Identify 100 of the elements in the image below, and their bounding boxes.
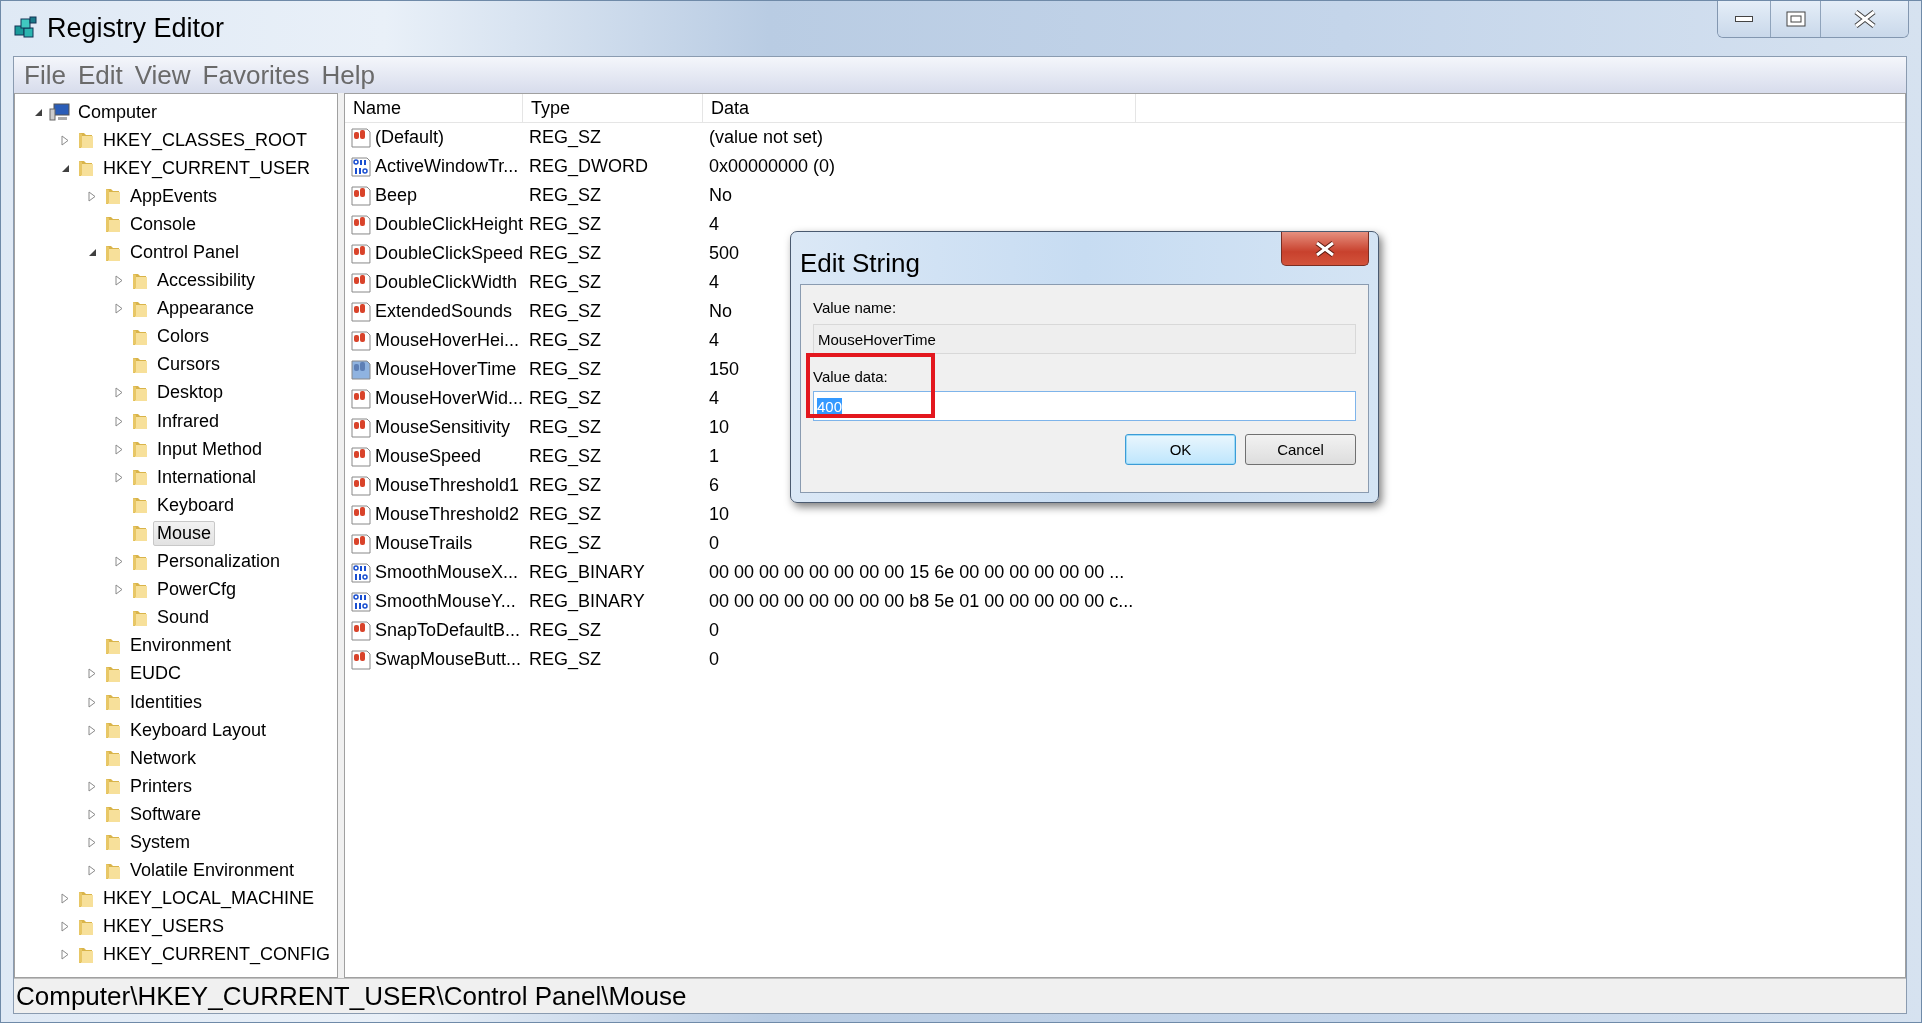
value-name[interactable]: ActiveWindowTr...: [345, 156, 523, 177]
value-name[interactable]: SwapMouseButt...: [345, 649, 523, 670]
table-cell-text: REG_SZ: [528, 214, 603, 235]
expand-arrow-icon[interactable]: [88, 668, 96, 680]
folder-icon: [130, 383, 150, 403]
folder-icon: [103, 832, 123, 853]
tree-item[interactable]: Computer: [74, 99, 162, 125]
table-cell: No: [709, 301, 732, 322]
expand-arrow-icon[interactable]: [115, 415, 123, 427]
string-value-icon: [351, 214, 371, 235]
menu-item[interactable]: Favorites: [198, 59, 314, 91]
tree-item[interactable]: HKEY_USERS: [99, 914, 229, 940]
expand-arrow-icon[interactable]: [61, 893, 69, 905]
value-name[interactable]: DoubleClickWidth: [345, 272, 523, 293]
dialog-close-button[interactable]: [1281, 232, 1369, 266]
tree-item[interactable]: Console: [126, 211, 201, 237]
tree-item[interactable]: Cursors: [153, 352, 224, 378]
folder-icon: [130, 467, 150, 488]
expand-arrow-icon[interactable]: [115, 303, 123, 315]
tree-item[interactable]: Software: [126, 801, 206, 827]
tree-item[interactable]: Keyboard: [153, 492, 239, 518]
tree-item[interactable]: AppEvents: [126, 183, 222, 209]
expand-arrow-icon[interactable]: [88, 808, 96, 820]
value-name[interactable]: DoubleClickHeight: [345, 214, 523, 235]
dialog-button[interactable]: OK: [1125, 434, 1236, 465]
tree-item[interactable]: Keyboard Layout: [126, 717, 271, 743]
tree-item[interactable]: Desktop: [153, 380, 228, 406]
expand-arrow-icon[interactable]: [61, 134, 69, 146]
value-name[interactable]: SmoothMouseX...: [345, 562, 523, 583]
value-name[interactable]: MouseSensitivity: [345, 417, 523, 438]
status-path: Computer\HKEY_CURRENT_USER\Control Panel\Mouse: [16, 980, 687, 1012]
value-name[interactable]: DoubleClickSpeed: [345, 243, 523, 264]
value-name[interactable]: MouseThreshold2: [345, 504, 523, 525]
expand-arrow-icon[interactable]: [88, 865, 96, 877]
string-value-icon: [351, 272, 371, 293]
value-name[interactable]: MouseSpeed: [345, 446, 523, 467]
expand-arrow-icon[interactable]: [115, 584, 123, 596]
tree-item[interactable]: Identities: [126, 689, 207, 715]
collapse-arrow-icon[interactable]: [87, 248, 97, 257]
expand-arrow-icon[interactable]: [88, 780, 96, 792]
table-cell: 150: [709, 359, 740, 380]
tree-item[interactable]: Sound: [153, 605, 214, 631]
tree-item[interactable]: HKEY_CURRENT_CONFIG: [99, 942, 335, 968]
tree-item[interactable]: HKEY_CLASSES_ROOT: [99, 127, 312, 153]
close-button[interactable]: [1820, 1, 1908, 37]
expand-arrow-icon[interactable]: [88, 724, 96, 736]
tree-item[interactable]: Appearance: [153, 296, 259, 322]
tree-item[interactable]: System: [126, 830, 194, 855]
tree-item[interactable]: Input Method: [153, 436, 267, 462]
tree-item[interactable]: PowerCfg: [153, 577, 241, 603]
table-cell-text: REG_SZ: [528, 620, 603, 641]
tree-item[interactable]: Control Panel: [126, 240, 244, 265]
tree-item[interactable]: Environment: [126, 633, 236, 659]
tree-item[interactable]: Printers: [126, 773, 196, 799]
menu-item[interactable]: File: [20, 59, 70, 91]
value-name[interactable]: SnapToDefaultB...: [345, 620, 523, 641]
tree-item[interactable]: HKEY_CURRENT_USER: [99, 155, 315, 181]
binary-value-icon: [351, 591, 371, 612]
collapse-arrow-icon[interactable]: [33, 107, 43, 117]
tree-item[interactable]: HKEY_LOCAL_MACHINE: [99, 886, 319, 912]
table-cell-text: REG_SZ: [528, 127, 603, 148]
tree-item[interactable]: Colors: [153, 324, 213, 350]
expand-arrow-icon[interactable]: [88, 837, 96, 848]
value-name[interactable]: MouseTrails: [345, 533, 523, 554]
value-name[interactable]: ExtendedSounds: [345, 301, 523, 322]
value-name[interactable]: (Default): [345, 127, 523, 148]
expand-arrow-icon[interactable]: [88, 696, 96, 708]
menu-item[interactable]: Help: [317, 59, 379, 91]
value-name[interactable]: SmoothMouseY...: [345, 591, 523, 612]
collapse-arrow-icon[interactable]: [60, 163, 70, 173]
expand-arrow-icon[interactable]: [61, 921, 69, 933]
value-name[interactable]: MouseThreshold1: [345, 475, 523, 496]
expand-arrow-icon[interactable]: [115, 443, 123, 455]
tree-item[interactable]: Personalization: [153, 549, 285, 575]
expand-arrow-icon[interactable]: [115, 275, 123, 287]
tree-item[interactable]: Network: [126, 745, 200, 771]
tree-item[interactable]: Volatile Environment: [126, 858, 299, 884]
value-name[interactable]: MouseHoverTime: [345, 359, 523, 380]
tree-item[interactable]: International: [153, 464, 261, 490]
expand-arrow-icon[interactable]: [115, 556, 123, 568]
table-cell: No: [709, 185, 732, 206]
folder-icon: [103, 214, 123, 235]
value-name[interactable]: Beep: [345, 185, 523, 206]
expand-arrow-icon[interactable]: [61, 949, 69, 961]
expand-arrow-icon[interactable]: [115, 471, 123, 483]
expand-arrow-icon[interactable]: [88, 190, 96, 202]
menu-item[interactable]: Edit: [73, 59, 127, 91]
tree-item[interactable]: Infrared: [153, 408, 224, 434]
tree-item[interactable]: EUDC: [126, 661, 185, 687]
minimize-button[interactable]: [1718, 1, 1770, 37]
table-cell-text: REG_SZ: [528, 417, 603, 438]
menu-item[interactable]: View: [130, 59, 195, 91]
dialog-button[interactable]: Cancel: [1245, 434, 1356, 465]
value-name[interactable]: MouseHoverHei...: [345, 330, 523, 351]
tree-item[interactable]: Accessibility: [153, 268, 260, 294]
tree-item[interactable]: Mouse: [153, 520, 216, 546]
table-cell-text: REG_SZ: [528, 504, 603, 525]
value-name[interactable]: MouseHoverWid...: [345, 388, 523, 409]
field-label: Value name:: [813, 299, 897, 316]
expand-arrow-icon[interactable]: [115, 387, 123, 399]
